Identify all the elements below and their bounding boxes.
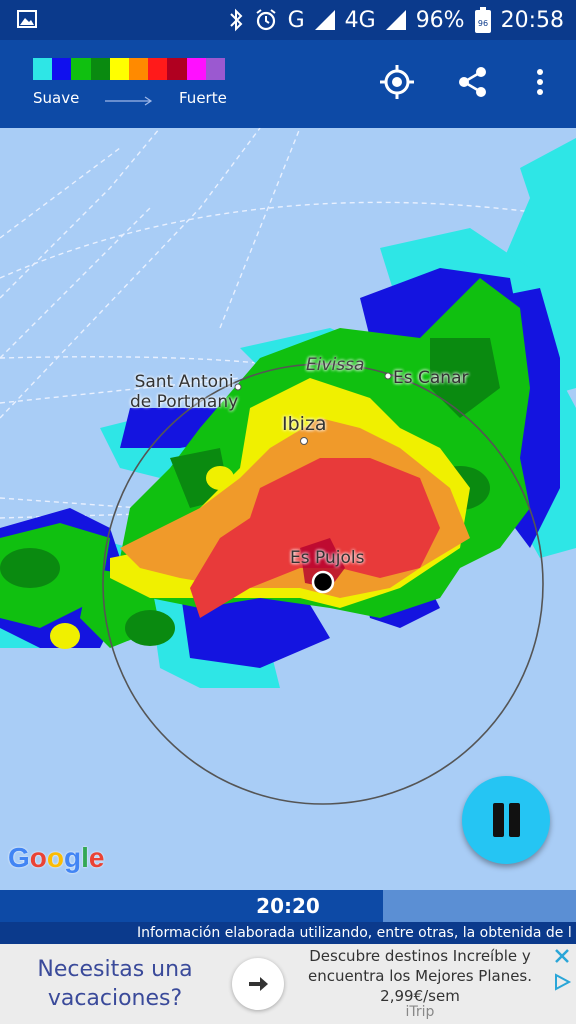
location-marker[interactable] <box>311 570 335 594</box>
ad-description[interactable]: Descubre destinos Increíble y encuentra … <box>298 946 542 1006</box>
ad-banner[interactable]: Necesitas una vacaciones? Descubre desti… <box>0 944 576 1024</box>
legend-swatch <box>167 58 187 80</box>
signal-icon-2 <box>385 10 406 30</box>
ad-arrow-button[interactable] <box>232 958 284 1010</box>
legend-swatch <box>148 58 168 80</box>
battery-icon: 96 <box>474 7 491 33</box>
es-canar-dot <box>384 372 392 380</box>
legend-low-label: Suave <box>33 89 80 107</box>
alarm-icon <box>255 9 276 31</box>
label-es-pujols: Es Pujols <box>290 548 365 568</box>
network-type: G <box>287 7 305 33</box>
clock: 20:58 <box>500 7 564 33</box>
playback-progress[interactable]: 20:20 <box>0 890 576 922</box>
legend-swatch <box>109 58 130 80</box>
close-icon[interactable] <box>552 946 572 966</box>
legend-swatch <box>52 58 72 80</box>
ad-headline[interactable]: Necesitas una vacaciones? <box>0 944 230 1024</box>
radar-overlay <box>0 128 576 805</box>
legend-swatch <box>71 58 91 80</box>
more-vert-icon[interactable] <box>520 62 560 102</box>
legend-swatch <box>186 58 206 80</box>
legend-swatch <box>129 58 149 80</box>
network-type-2: 4G <box>344 7 376 33</box>
label-es-canar: Es Canar <box>393 368 469 388</box>
info-ticker: Información elaborada utilizando, entre … <box>0 922 576 944</box>
arrow-right-icon <box>249 977 268 991</box>
info-text: Información elaborada utilizando, entre … <box>137 925 572 941</box>
signal-icon <box>314 10 335 30</box>
intensity-legend <box>33 58 226 80</box>
status-bar: G 4G 96% 96 20:58 <box>0 0 576 40</box>
frame-time: 20:20 <box>256 894 320 918</box>
gallery-notification-icon <box>17 10 37 28</box>
legend-swatch <box>205 58 226 80</box>
pause-icon <box>493 803 504 837</box>
label-eivissa: Eivissa <box>306 355 365 375</box>
app-bar: Suave Fuerte <box>0 40 576 128</box>
legend-high-label: Fuerte <box>179 89 227 107</box>
legend-swatch <box>33 58 53 80</box>
bluetooth-icon <box>229 8 242 32</box>
label-ibiza: Ibiza <box>282 413 327 435</box>
legend-swatch <box>90 58 110 80</box>
label-sant-antoni: Sant Antoni de Portmany <box>130 372 239 412</box>
battery-level: 96 <box>478 19 488 28</box>
ad-brand: iTrip <box>405 1004 435 1020</box>
locate-icon[interactable] <box>377 62 417 102</box>
share-icon[interactable] <box>453 62 493 102</box>
adchoices-icon[interactable] <box>552 972 572 992</box>
battery-percent: 96% <box>415 7 465 33</box>
google-logo[interactable]: Google <box>8 842 104 874</box>
radar-map[interactable]: Eivissa Es Canar Sant Antoni de Portmany… <box>0 128 576 890</box>
pause-button[interactable] <box>462 776 550 864</box>
ibiza-dot <box>300 437 308 445</box>
arrow-right-icon <box>105 96 153 106</box>
